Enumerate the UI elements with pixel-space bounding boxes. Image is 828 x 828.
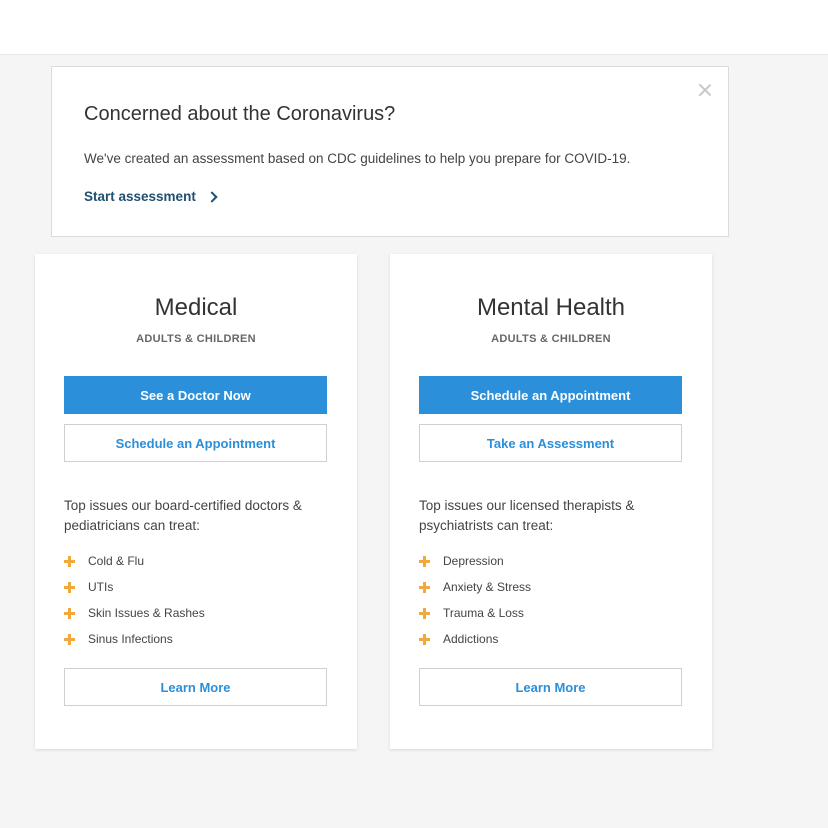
plus-icon <box>419 555 430 567</box>
start-assessment-label: Start assessment <box>84 189 196 204</box>
chevron-right-icon <box>206 190 218 203</box>
medical-card: Medical ADULTS & CHILDREN See a Doctor N… <box>35 254 357 749</box>
issue-label: UTIs <box>88 580 114 594</box>
card-description: Top issues our licensed therapists & psy… <box>419 498 635 533</box>
list-item: Addictions <box>419 626 531 652</box>
plus-icon <box>64 633 75 645</box>
plus-icon <box>64 555 75 567</box>
card-title: Medical <box>154 294 238 321</box>
start-assessment-link[interactable]: Start assessment <box>84 189 218 204</box>
issue-label: Anxiety & Stress <box>443 580 532 594</box>
list-item: Cold & Flu <box>64 548 205 574</box>
plus-icon <box>419 607 430 619</box>
plus-icon <box>419 581 430 593</box>
issues-list: Cold & Flu UTIs Skin Issues & Rashes Sin… <box>64 548 205 652</box>
schedule-appointment-button[interactable]: Schedule an Appointment <box>419 376 682 414</box>
learn-more-button[interactable]: Learn More <box>419 668 682 706</box>
list-item: Trauma & Loss <box>419 600 531 626</box>
card-subtitle: ADULTS & CHILDREN <box>136 333 256 345</box>
list-item: UTIs <box>64 574 205 600</box>
issue-label: Sinus Infections <box>88 632 173 646</box>
card-description: Top issues our board-certified doctors &… <box>64 498 302 533</box>
plus-icon <box>64 581 75 593</box>
banner-title: Concerned about the Coronavirus? <box>84 103 396 125</box>
close-icon[interactable] <box>696 81 714 99</box>
issue-label: Cold & Flu <box>88 554 145 568</box>
top-header-bar <box>0 0 828 55</box>
issue-label: Depression <box>443 554 504 568</box>
plus-icon <box>64 607 75 619</box>
card-subtitle: ADULTS & CHILDREN <box>491 333 611 345</box>
card-title: Mental Health <box>476 294 626 321</box>
see-doctor-now-button[interactable]: See a Doctor Now <box>64 376 327 414</box>
learn-more-button[interactable]: Learn More <box>64 668 327 706</box>
list-item: Depression <box>419 548 531 574</box>
list-item: Skin Issues & Rashes <box>64 600 205 626</box>
issue-label: Skin Issues & Rashes <box>88 606 205 620</box>
issues-list: Depression Anxiety & Stress Trauma & Los… <box>419 548 531 652</box>
coronavirus-banner: Concerned about the Coronavirus? We've c… <box>51 66 729 237</box>
mental-health-card: Mental Health ADULTS & CHILDREN Schedule… <box>390 254 712 749</box>
issue-label: Trauma & Loss <box>443 606 524 620</box>
take-assessment-button[interactable]: Take an Assessment <box>419 424 682 462</box>
list-item: Anxiety & Stress <box>419 574 531 600</box>
schedule-appointment-button[interactable]: Schedule an Appointment <box>64 424 327 462</box>
list-item: Sinus Infections <box>64 626 205 652</box>
banner-text: We've created an assessment based on CDC… <box>84 151 631 166</box>
plus-icon <box>419 633 430 645</box>
issue-label: Addictions <box>443 632 499 646</box>
